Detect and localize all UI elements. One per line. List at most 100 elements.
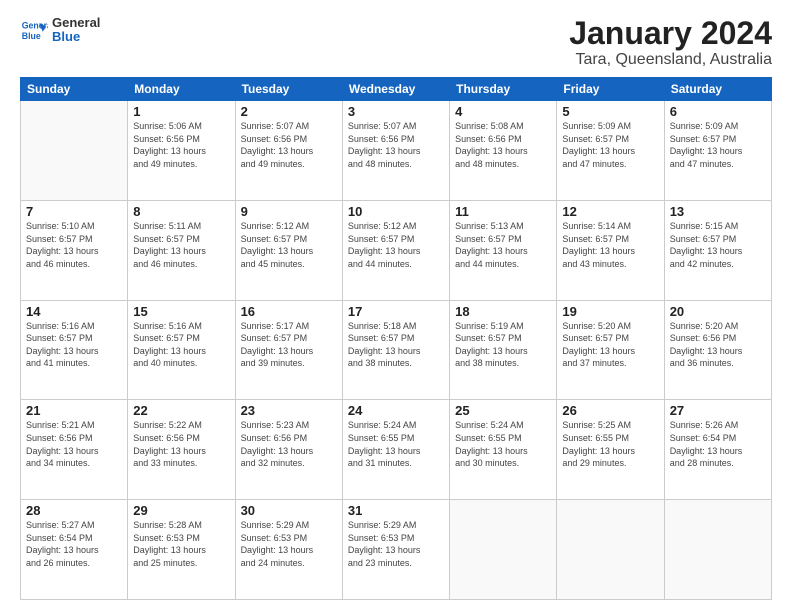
day-number: 11	[455, 204, 551, 219]
table-row: 2Sunrise: 5:07 AM Sunset: 6:56 PM Daylig…	[235, 101, 342, 201]
calendar-header-row: Sunday Monday Tuesday Wednesday Thursday…	[21, 78, 772, 101]
day-info: Sunrise: 5:08 AM Sunset: 6:56 PM Dayligh…	[455, 120, 551, 170]
table-row: 25Sunrise: 5:24 AM Sunset: 6:55 PM Dayli…	[450, 400, 557, 500]
day-number: 14	[26, 304, 122, 319]
day-info: Sunrise: 5:16 AM Sunset: 6:57 PM Dayligh…	[133, 320, 229, 370]
table-row: 16Sunrise: 5:17 AM Sunset: 6:57 PM Dayli…	[235, 300, 342, 400]
col-wednesday: Wednesday	[342, 78, 449, 101]
col-tuesday: Tuesday	[235, 78, 342, 101]
day-number: 12	[562, 204, 658, 219]
day-info: Sunrise: 5:26 AM Sunset: 6:54 PM Dayligh…	[670, 419, 766, 469]
table-row: 21Sunrise: 5:21 AM Sunset: 6:56 PM Dayli…	[21, 400, 128, 500]
title-block: January 2024 Tara, Queensland, Australia	[569, 16, 772, 69]
calendar-week-row: 21Sunrise: 5:21 AM Sunset: 6:56 PM Dayli…	[21, 400, 772, 500]
table-row: 20Sunrise: 5:20 AM Sunset: 6:56 PM Dayli…	[664, 300, 771, 400]
col-friday: Friday	[557, 78, 664, 101]
day-info: Sunrise: 5:28 AM Sunset: 6:53 PM Dayligh…	[133, 519, 229, 569]
day-info: Sunrise: 5:12 AM Sunset: 6:57 PM Dayligh…	[241, 220, 337, 270]
day-number: 10	[348, 204, 444, 219]
day-number: 18	[455, 304, 551, 319]
day-info: Sunrise: 5:18 AM Sunset: 6:57 PM Dayligh…	[348, 320, 444, 370]
logo-text-blue: Blue	[52, 30, 100, 44]
day-number: 20	[670, 304, 766, 319]
day-info: Sunrise: 5:29 AM Sunset: 6:53 PM Dayligh…	[241, 519, 337, 569]
table-row: 22Sunrise: 5:22 AM Sunset: 6:56 PM Dayli…	[128, 400, 235, 500]
day-info: Sunrise: 5:29 AM Sunset: 6:53 PM Dayligh…	[348, 519, 444, 569]
day-number: 19	[562, 304, 658, 319]
calendar-week-row: 7Sunrise: 5:10 AM Sunset: 6:57 PM Daylig…	[21, 200, 772, 300]
table-row: 5Sunrise: 5:09 AM Sunset: 6:57 PM Daylig…	[557, 101, 664, 201]
day-info: Sunrise: 5:22 AM Sunset: 6:56 PM Dayligh…	[133, 419, 229, 469]
day-number: 31	[348, 503, 444, 518]
table-row: 26Sunrise: 5:25 AM Sunset: 6:55 PM Dayli…	[557, 400, 664, 500]
calendar-week-row: 14 Sunrise: 5:16 AM Sunset: 6:57 PM Dayli…	[21, 300, 772, 400]
day-number: 5	[562, 104, 658, 119]
day-number: 24	[348, 403, 444, 418]
table-row: 7Sunrise: 5:10 AM Sunset: 6:57 PM Daylig…	[21, 200, 128, 300]
table-row: 4Sunrise: 5:08 AM Sunset: 6:56 PM Daylig…	[450, 101, 557, 201]
day-info: Sunrise: 5:20 AM Sunset: 6:56 PM Dayligh…	[670, 320, 766, 370]
day-number: 8	[133, 204, 229, 219]
day-number: 26	[562, 403, 658, 418]
table-row: 28Sunrise: 5:27 AM Sunset: 6:54 PM Dayli…	[21, 500, 128, 600]
day-number: 2	[241, 104, 337, 119]
table-row: 27Sunrise: 5:26 AM Sunset: 6:54 PM Dayli…	[664, 400, 771, 500]
logo: General Blue General Blue	[20, 16, 100, 45]
table-row	[664, 500, 771, 600]
col-saturday: Saturday	[664, 78, 771, 101]
day-info: Sunrise: 5:27 AM Sunset: 6:54 PM Dayligh…	[26, 519, 122, 569]
day-info: Sunrise: 5:24 AM Sunset: 6:55 PM Dayligh…	[455, 419, 551, 469]
day-number: 4	[455, 104, 551, 119]
header: General Blue General Blue January 2024 T…	[20, 16, 772, 69]
table-row: 12Sunrise: 5:14 AM Sunset: 6:57 PM Dayli…	[557, 200, 664, 300]
table-row: 18Sunrise: 5:19 AM Sunset: 6:57 PM Dayli…	[450, 300, 557, 400]
col-monday: Monday	[128, 78, 235, 101]
day-info: Sunrise: 5:07 AM Sunset: 6:56 PM Dayligh…	[241, 120, 337, 170]
table-row	[21, 101, 128, 201]
day-number: 15	[133, 304, 229, 319]
calendar-body: 1Sunrise: 5:06 AM Sunset: 6:56 PM Daylig…	[21, 101, 772, 600]
logo-text-general: General	[52, 16, 100, 30]
day-number: 27	[670, 403, 766, 418]
table-row: 24Sunrise: 5:24 AM Sunset: 6:55 PM Dayli…	[342, 400, 449, 500]
table-row: 15Sunrise: 5:16 AM Sunset: 6:57 PM Dayli…	[128, 300, 235, 400]
day-number: 30	[241, 503, 337, 518]
col-thursday: Thursday	[450, 78, 557, 101]
table-row: 13Sunrise: 5:15 AM Sunset: 6:57 PM Dayli…	[664, 200, 771, 300]
day-number: 13	[670, 204, 766, 219]
calendar-week-row: 28Sunrise: 5:27 AM Sunset: 6:54 PM Dayli…	[21, 500, 772, 600]
day-number: 7	[26, 204, 122, 219]
day-info: Sunrise: 5:13 AM Sunset: 6:57 PM Dayligh…	[455, 220, 551, 270]
table-row: 23Sunrise: 5:23 AM Sunset: 6:56 PM Dayli…	[235, 400, 342, 500]
table-row: 10Sunrise: 5:12 AM Sunset: 6:57 PM Dayli…	[342, 200, 449, 300]
day-number: 6	[670, 104, 766, 119]
table-row: 19Sunrise: 5:20 AM Sunset: 6:57 PM Dayli…	[557, 300, 664, 400]
day-info: Sunrise: 5:17 AM Sunset: 6:57 PM Dayligh…	[241, 320, 337, 370]
day-info: Sunrise: 5:07 AM Sunset: 6:56 PM Dayligh…	[348, 120, 444, 170]
table-row: 6Sunrise: 5:09 AM Sunset: 6:57 PM Daylig…	[664, 101, 771, 201]
calendar-title: January 2024	[569, 16, 772, 51]
table-row: 14Sunrise: 5:16 AM Sunset: 6:57 PM Dayli…	[21, 300, 128, 400]
logo-icon: General Blue	[20, 16, 48, 44]
day-number: 25	[455, 403, 551, 418]
day-info: Sunrise: 5:25 AM Sunset: 6:55 PM Dayligh…	[562, 419, 658, 469]
table-row	[557, 500, 664, 600]
day-number: 29	[133, 503, 229, 518]
page: General Blue General Blue January 2024 T…	[0, 0, 792, 612]
day-info: Sunrise: 5:15 AM Sunset: 6:57 PM Dayligh…	[670, 220, 766, 270]
day-info: Sunrise: 5:24 AM Sunset: 6:55 PM Dayligh…	[348, 419, 444, 469]
day-number: 21	[26, 403, 122, 418]
table-row: 3Sunrise: 5:07 AM Sunset: 6:56 PM Daylig…	[342, 101, 449, 201]
table-row: 30Sunrise: 5:29 AM Sunset: 6:53 PM Dayli…	[235, 500, 342, 600]
day-info: Sunrise: 5:10 AM Sunset: 6:57 PM Dayligh…	[26, 220, 122, 270]
table-row: 29Sunrise: 5:28 AM Sunset: 6:53 PM Dayli…	[128, 500, 235, 600]
svg-text:Blue: Blue	[22, 31, 41, 41]
day-info: Sunrise: 5:09 AM Sunset: 6:57 PM Dayligh…	[670, 120, 766, 170]
table-row: 1Sunrise: 5:06 AM Sunset: 6:56 PM Daylig…	[128, 101, 235, 201]
table-row: 17Sunrise: 5:18 AM Sunset: 6:57 PM Dayli…	[342, 300, 449, 400]
day-number: 28	[26, 503, 122, 518]
table-row: 8Sunrise: 5:11 AM Sunset: 6:57 PM Daylig…	[128, 200, 235, 300]
calendar-subtitle: Tara, Queensland, Australia	[569, 51, 772, 69]
day-info: Sunrise: 5:20 AM Sunset: 6:57 PM Dayligh…	[562, 320, 658, 370]
table-row: 31Sunrise: 5:29 AM Sunset: 6:53 PM Dayli…	[342, 500, 449, 600]
